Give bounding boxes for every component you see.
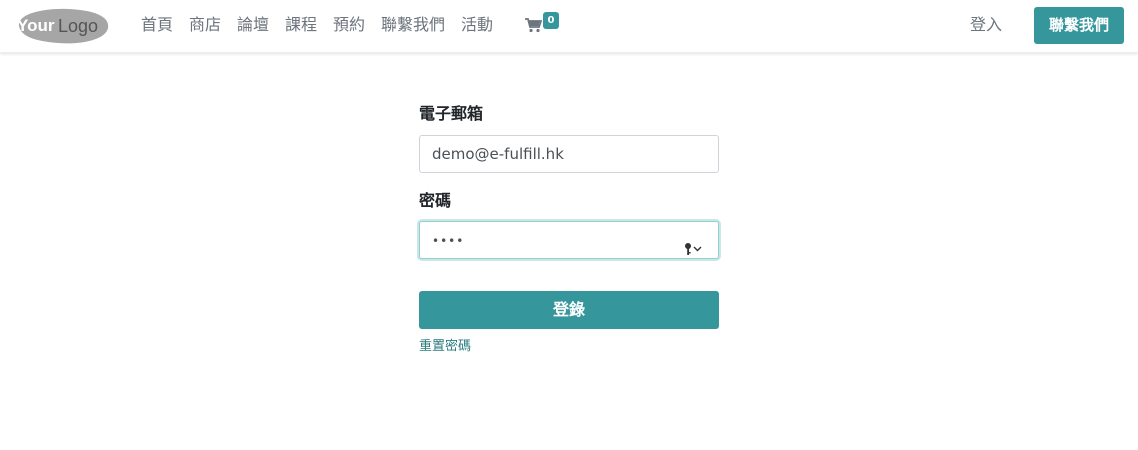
logo-text-logo: Logo xyxy=(58,16,98,36)
password-label: 密碼 xyxy=(419,191,452,210)
top-navbar: Your Logo 首頁 商店 論壇 課程 預約 聯繫我們 活動 0 登入 聯繫… xyxy=(0,0,1138,53)
reset-password-link[interactable]: 重置密碼 xyxy=(419,339,471,355)
cart-icon[interactable] xyxy=(524,17,543,33)
login-link[interactable]: 登入 xyxy=(970,15,1002,35)
nav-item-courses[interactable]: 課程 xyxy=(285,15,317,35)
logo-text-your: Your xyxy=(17,16,55,35)
login-submit-button[interactable]: 登錄 xyxy=(419,291,719,329)
password-mask: •••• xyxy=(432,234,465,248)
key-icon[interactable] xyxy=(684,233,706,255)
brand-logo[interactable]: Your Logo xyxy=(13,6,110,45)
cart-count-badge: 0 xyxy=(543,12,559,29)
nav-item-contact[interactable]: 聯繫我們 xyxy=(381,15,445,35)
nav-item-events[interactable]: 活動 xyxy=(461,15,493,35)
email-label: 電子郵箱 xyxy=(419,104,484,123)
nav-item-shop[interactable]: 商店 xyxy=(189,15,221,35)
password-field[interactable]: •••• xyxy=(419,221,719,259)
nav-item-booking[interactable]: 預約 xyxy=(333,15,365,35)
nav-item-forum[interactable]: 論壇 xyxy=(237,15,269,35)
contact-us-button[interactable]: 聯繫我們 xyxy=(1034,7,1124,44)
nav-item-home[interactable]: 首頁 xyxy=(141,15,173,35)
email-field[interactable]: demo@e-fulfill.hk xyxy=(419,135,719,173)
